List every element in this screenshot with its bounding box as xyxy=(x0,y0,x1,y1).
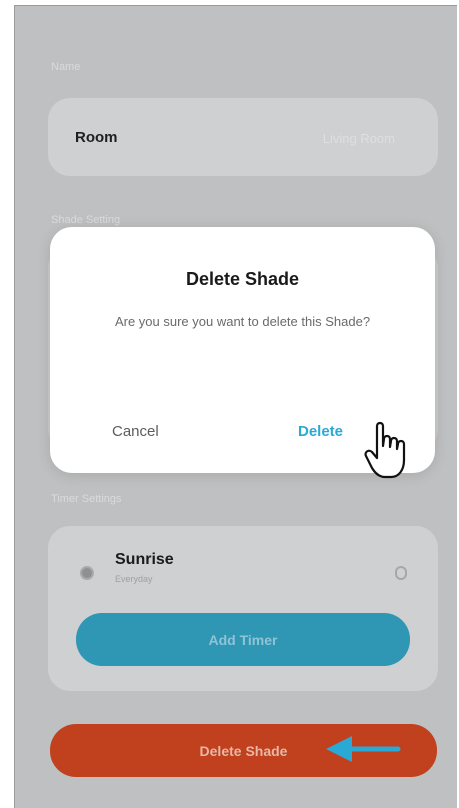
timer-card xyxy=(48,526,438,691)
shade-section-label: Shade Setting xyxy=(51,214,121,226)
room-value: Living Room xyxy=(322,131,395,146)
timer-section-label: Timer Settings xyxy=(51,493,122,505)
name-section-label: Name xyxy=(51,61,81,73)
add-timer-button[interactable]: Add Timer xyxy=(76,613,410,666)
dialog-title: Delete Shade xyxy=(185,269,300,289)
timer-info-icon[interactable] xyxy=(395,566,407,580)
arrow-left-icon xyxy=(326,736,401,762)
delete-button[interactable]: Delete xyxy=(298,423,343,440)
cancel-button[interactable]: Cancel xyxy=(112,423,159,440)
hand-pointer-icon xyxy=(364,421,406,479)
timer-subtitle: Everyday xyxy=(115,574,153,584)
dialog-message: Are you sure you want to delete this Sha… xyxy=(114,314,371,329)
room-label: Room xyxy=(75,129,118,146)
timer-title: Sunrise xyxy=(115,551,174,568)
sun-icon xyxy=(80,566,94,580)
